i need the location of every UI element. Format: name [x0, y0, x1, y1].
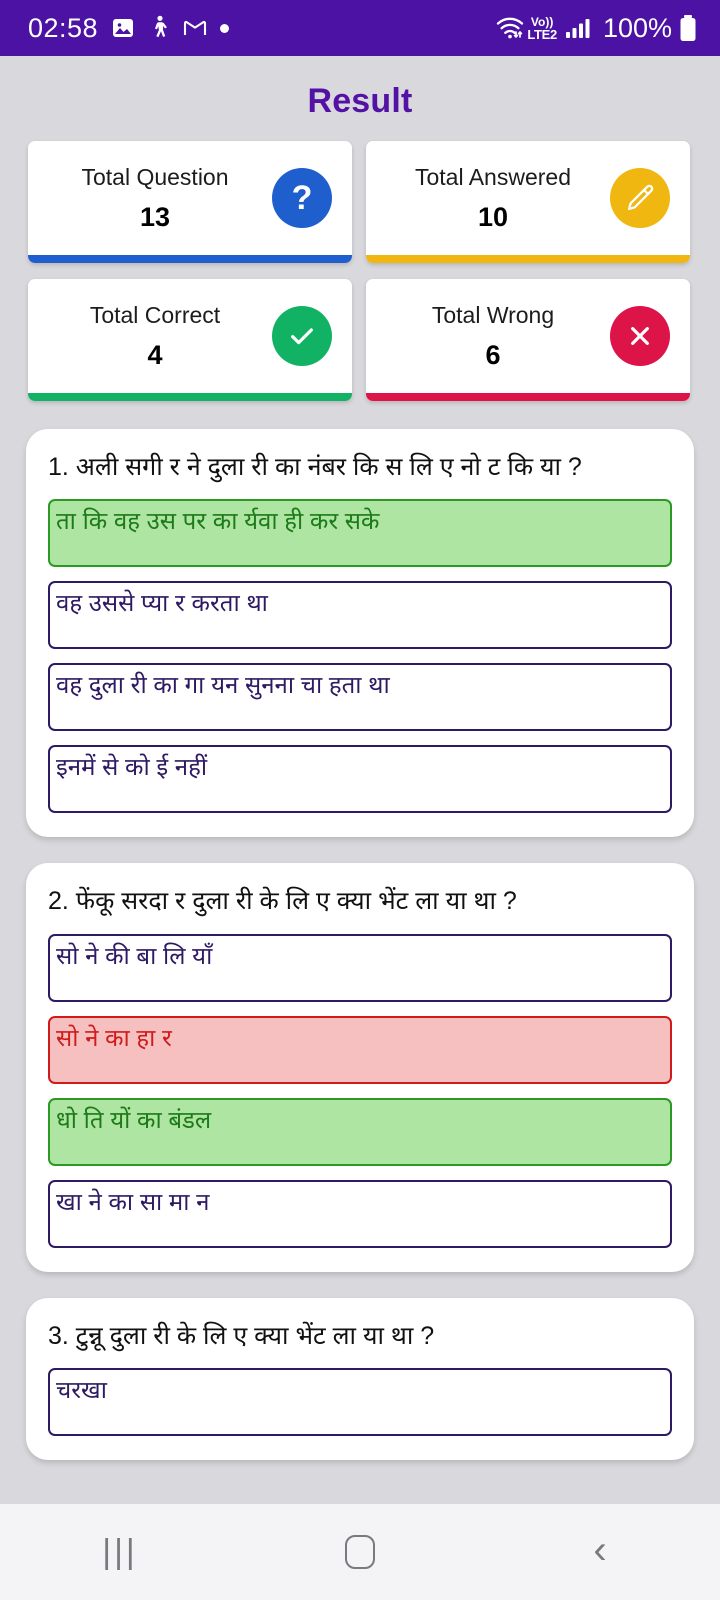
stat-card-total-wrong[interactable]: Total Wrong 6: [366, 279, 690, 401]
volte-icon: Vo)) LTE2: [527, 16, 557, 41]
question-text: 3. टुन्नू दुला री के लि ए क्या भेंट ला य…: [48, 1321, 435, 1350]
stat-value: 10: [477, 201, 509, 232]
signal-icon: [565, 17, 593, 39]
back-icon: ‹: [593, 1528, 607, 1572]
stat-card-body: Total Answered 10: [366, 141, 690, 255]
option-row[interactable]: ता कि वह उस पर का र्यवा ही कर सके: [48, 499, 672, 568]
question-card: 2. फेंकू सरदा र दुला री के लि ए क्या भें…: [26, 863, 694, 1272]
volte-top-label: Vo)): [530, 14, 554, 29]
question-mark-icon: ?: [272, 168, 332, 228]
stat-card-body: Total Wrong 6: [366, 279, 690, 393]
recents-button[interactable]: |||: [60, 1504, 180, 1600]
status-time: 02:58: [28, 12, 99, 43]
close-icon: [610, 306, 670, 366]
system-navigation-bar: ||| ‹: [0, 1504, 720, 1600]
question-card: 1. अली सगी र ने दुला री का नंबर कि स लि …: [26, 429, 694, 838]
stats-grid: Total Question 13 ? Total Answered 10 To…: [0, 141, 720, 401]
back-button[interactable]: ‹: [540, 1504, 660, 1600]
stat-card-texts: Total Answered 10: [380, 163, 610, 233]
volte-bottom-label: LTE2: [527, 26, 557, 42]
app-content: Result Total Question 13 ? Total Answere…: [0, 56, 720, 1504]
home-button[interactable]: [300, 1504, 420, 1600]
stat-card-body: Total Question 13 ?: [28, 141, 352, 255]
stat-card-total-answered[interactable]: Total Answered 10: [366, 141, 690, 263]
status-bar-left: 02:58: [28, 12, 230, 44]
recents-icon: |||: [102, 1532, 138, 1571]
option-row[interactable]: इनमें से को ई नहीं: [48, 745, 672, 814]
question-card: 3. टुन्नू दुला री के लि ए क्या भेंट ला य…: [26, 1297, 694, 1460]
battery-icon: [678, 14, 698, 42]
walking-icon: [148, 15, 170, 41]
status-bar-right: Vo)) LTE2 100%: [495, 13, 698, 44]
stat-label: Total Answered: [415, 164, 571, 191]
option-row[interactable]: वह उससे प्या र करता था: [48, 581, 672, 650]
home-icon: [345, 1535, 375, 1569]
dot-icon: [220, 23, 230, 33]
page-title: Result: [307, 82, 413, 120]
stat-label: Total Correct: [89, 302, 221, 329]
stat-card-body: Total Correct 4: [28, 279, 352, 393]
stat-accent-bar: [28, 255, 352, 263]
stat-value: 6: [485, 339, 501, 370]
image-icon: [111, 16, 135, 40]
stat-value: 4: [147, 339, 163, 370]
gmail-icon: [183, 18, 207, 38]
stat-label: Total Wrong: [431, 302, 555, 329]
question-text: 1. अली सगी र ने दुला री का नंबर कि स लि …: [48, 453, 582, 481]
wifi-icon: [495, 15, 525, 41]
stat-card-total-question[interactable]: Total Question 13 ?: [28, 141, 352, 263]
check-icon: [272, 306, 332, 366]
stat-accent-bar: [366, 255, 690, 263]
stat-card-texts: Total Wrong 6: [380, 301, 610, 371]
question-list: 1. अली सगी र ने दुला री का नंबर कि स लि …: [0, 401, 720, 1460]
pencil-icon: [610, 168, 670, 228]
question-text: 2. फेंकू सरदा र दुला री के लि ए क्या भें…: [48, 887, 517, 916]
stat-card-texts: Total Correct 4: [42, 301, 272, 371]
stat-card-total-correct[interactable]: Total Correct 4: [28, 279, 352, 401]
stat-label: Total Question: [81, 164, 229, 191]
stat-card-texts: Total Question 13: [42, 163, 272, 233]
option-row[interactable]: धो ति यों का बंडल: [48, 1097, 672, 1166]
option-row[interactable]: वह दुला री का गा यन सुनना चा हता था: [48, 663, 672, 732]
option-row[interactable]: खा ने का सा मा न: [48, 1179, 672, 1248]
stat-accent-bar: [28, 393, 352, 401]
option-row[interactable]: सो ने का हा र: [48, 1015, 672, 1084]
option-row[interactable]: सो ने की बा लि याँ: [48, 933, 672, 1002]
stat-accent-bar: [366, 393, 690, 401]
stat-value: 13: [139, 201, 171, 232]
question-mark-glyph: ?: [291, 179, 313, 217]
battery-percent-label: 100%: [602, 12, 672, 43]
option-row[interactable]: चरखा: [48, 1367, 672, 1436]
status-bar: 02:58 Vo)) LTE2 100%: [0, 0, 720, 56]
